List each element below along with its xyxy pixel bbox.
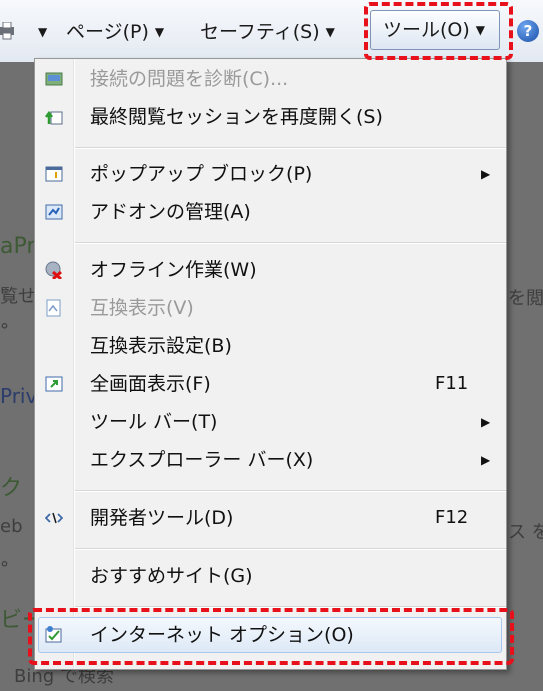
menu-item-label: 最終閲覧セッションを再度開く(S) <box>90 106 383 128</box>
menu-item-label: エクスプローラー バー(X) <box>90 449 314 471</box>
chevron-down-icon: ▼ <box>154 25 165 39</box>
tools-dropdown-menu: 接続の問題を診断(C)... 最終閲覧セッションを再度開く(S) ポップアップ … <box>34 58 507 670</box>
menu-item-label: 互換表示(V) <box>90 297 194 319</box>
menu-item-label: おすすめサイト(G) <box>90 565 253 587</box>
compat-view-icon <box>46 299 61 317</box>
menu-item-suggested-sites[interactable]: おすすめサイト(G) <box>35 558 506 594</box>
menu-item-label: 開発者ツール(D) <box>90 507 234 529</box>
print-dropdown-button[interactable]: ▼ <box>32 14 47 50</box>
menu-separator <box>75 147 506 149</box>
menu-item-reopen-session[interactable]: 最終閲覧セッションを再度開く(S) <box>35 99 506 135</box>
safety-menu-label: セーフティ(S) <box>200 21 320 43</box>
menu-item-label: 全画面表示(F) <box>90 373 211 395</box>
bg-fragment: aPr <box>0 234 36 259</box>
internet-options-highlight-frame <box>28 608 514 665</box>
page-menu-label: ページ(P) <box>66 21 149 43</box>
bg-fragment: 覧せ <box>0 286 36 307</box>
popup-block-icon <box>45 166 63 182</box>
menu-item-label: ポップアップ ブロック(P) <box>90 163 313 185</box>
bg-fragment: ス を閲 <box>508 522 543 543</box>
bg-fragment: Priv <box>0 384 38 408</box>
menu-item-compat-view[interactable]: 互換表示(V) <box>35 290 506 326</box>
menu-separator <box>75 242 506 244</box>
menu-item-popup-blocker[interactable]: ポップアップ ブロック(P) ▶ <box>35 156 506 192</box>
menu-item-shortcut: F12 <box>435 507 469 528</box>
tools-highlight-frame <box>364 2 513 60</box>
bg-fragment: ク <box>0 476 23 501</box>
bg-fragment: eb <box>0 516 23 537</box>
menu-item-manage-addons[interactable]: アドオンの管理(A) <box>35 194 506 230</box>
safety-menu-button[interactable]: セーフティ(S) ▼ <box>200 14 335 50</box>
menu-item-diagnose-connection[interactable]: 接続の問題を診断(C)... <box>35 61 506 97</box>
menu-item-developer-tools[interactable]: 開発者ツール(D) F12 <box>35 500 506 536</box>
menu-item-label: ツール バー(T) <box>90 411 218 433</box>
menu-item-label: オフライン作業(W) <box>90 259 257 281</box>
submenu-arrow-icon: ▶ <box>481 453 491 467</box>
menu-item-label: アドオンの管理(A) <box>90 201 251 223</box>
menu-item-fullscreen[interactable]: 全画面表示(F) F11 <box>35 366 506 402</box>
bg-fragment: ° <box>0 320 9 341</box>
menu-separator <box>75 548 506 550</box>
submenu-arrow-icon: ▶ <box>481 167 491 181</box>
menu-item-shortcut: F11 <box>435 373 469 394</box>
page-menu-button[interactable]: ページ(P) ▼ <box>66 14 164 50</box>
fullscreen-icon <box>45 376 63 392</box>
bg-fragment: を閲 <box>508 288 543 309</box>
printer-icon[interactable] <box>0 22 14 40</box>
reopen-session-icon <box>45 110 63 125</box>
network-diagnose-icon <box>45 72 63 86</box>
menu-item-toolbars[interactable]: ツール バー(T) ▶ <box>35 404 506 440</box>
menu-item-compat-view-settings[interactable]: 互換表示設定(B) <box>35 328 506 364</box>
submenu-arrow-icon: ▶ <box>481 415 491 429</box>
menu-item-label: 互換表示設定(B) <box>90 335 232 357</box>
chevron-down-icon: ▼ <box>325 25 335 39</box>
menu-item-explorer-bars[interactable]: エクスプローラー バー(X) ▶ <box>35 442 506 478</box>
menu-item-label: 接続の問題を診断(C)... <box>90 68 289 90</box>
bg-fragment: ° <box>0 558 9 579</box>
menu-separator <box>75 490 506 492</box>
menu-item-work-offline[interactable]: オフライン作業(W) <box>35 252 506 288</box>
help-icon[interactable]: ? <box>517 20 539 42</box>
addon-icon <box>45 204 63 220</box>
offline-icon <box>45 261 62 279</box>
chevron-down-icon: ▼ <box>38 25 48 39</box>
developer-tools-icon <box>45 512 63 524</box>
